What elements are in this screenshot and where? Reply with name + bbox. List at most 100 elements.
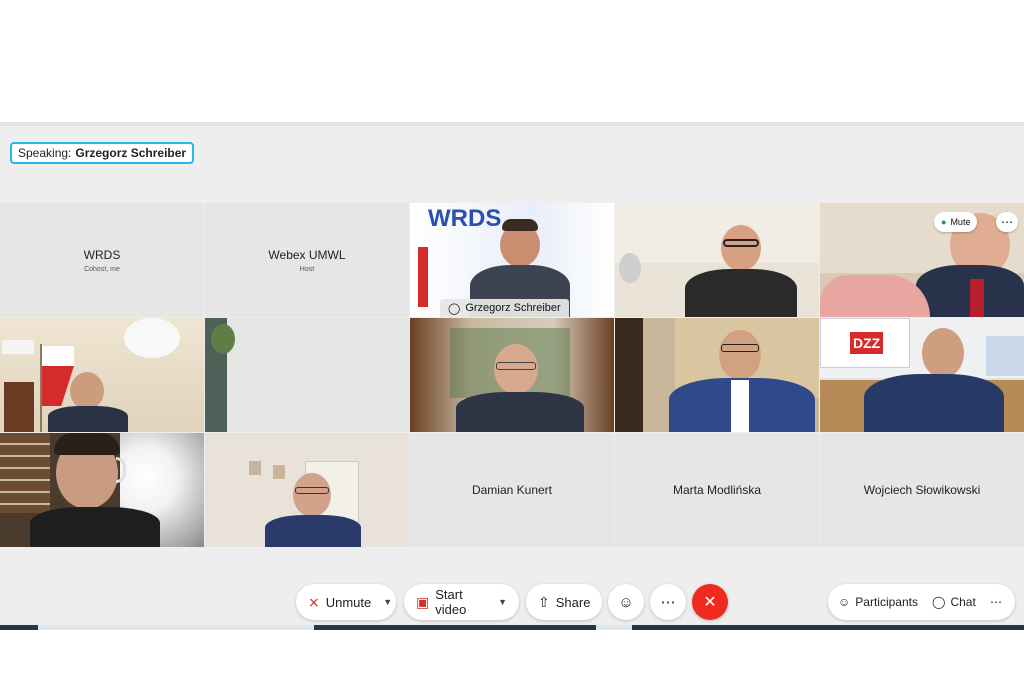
hand <box>820 275 930 317</box>
mic-icon: ● <box>941 217 947 227</box>
bottom-bar <box>0 625 1024 630</box>
dzz-sign: DZZ <box>850 332 884 354</box>
panel-more-button[interactable]: ⋯ <box>990 584 1002 620</box>
person-body <box>30 507 160 547</box>
audio-icon: ◯ <box>448 302 461 315</box>
end-call-button[interactable]: ✕ <box>692 584 728 620</box>
share-label: Share <box>555 594 591 610</box>
participant-name: Marta Modlińska <box>672 483 762 497</box>
chevron-down-icon[interactable]: ▼ <box>383 597 392 607</box>
share-button[interactable]: ⇧ Share <box>526 584 602 620</box>
more-icon: ⋯ <box>1001 215 1013 229</box>
wrds-logo: WRDS <box>428 205 502 232</box>
participants-label: Participants <box>855 595 918 609</box>
participants-button[interactable]: ☺ Participants <box>838 584 918 620</box>
hair <box>502 219 538 231</box>
more-options-button[interactable]: ⋯ <box>650 584 686 620</box>
video-tile[interactable] <box>615 318 819 432</box>
picture <box>249 461 261 475</box>
video-tile[interactable]: DZZ <box>820 318 1024 432</box>
person-head <box>922 328 964 378</box>
chat-label: Chat <box>950 595 976 609</box>
air-conditioner <box>2 340 34 354</box>
more-icon: ⋯ <box>660 594 676 611</box>
ceiling <box>615 203 819 263</box>
person-head <box>70 372 104 410</box>
participant-role: Host <box>299 265 315 273</box>
flag <box>418 247 428 307</box>
person-head <box>293 473 331 517</box>
mute-label: Mute <box>950 217 971 227</box>
flag-white <box>42 346 74 366</box>
hair <box>54 433 120 455</box>
video-tile[interactable] <box>0 433 204 547</box>
plant <box>211 324 235 354</box>
mic-off-icon: ⨯ <box>308 593 320 610</box>
start-video-button[interactable]: ▣ Start video ▼ <box>404 584 519 620</box>
bookshelf <box>0 433 50 513</box>
participant-name: Grzegorz Schreiber <box>465 302 561 314</box>
shirt <box>731 380 749 432</box>
bar-segment <box>38 625 314 630</box>
video-tile[interactable]: Damian Kunert <box>410 433 614 547</box>
top-strip <box>0 122 1024 126</box>
fan <box>619 253 641 283</box>
mute-button[interactable]: ● Mute <box>934 212 978 232</box>
person-body <box>864 374 1004 432</box>
emoji-icon: ☺ <box>618 593 634 611</box>
video-tile[interactable]: WRDS Cohost, me <box>0 203 204 317</box>
person-body <box>685 269 797 317</box>
chat-button[interactable]: ◯ Chat <box>932 584 976 620</box>
speaker-name-chip: ◯ Grzegorz Schreiber <box>440 299 569 317</box>
video-tile[interactable] <box>410 318 614 432</box>
more-icon: ⋯ <box>990 595 1002 609</box>
person-head <box>719 330 761 380</box>
webex-meeting-window: Speaking: Grzegorz Schreiber WRDS Cohost… <box>0 122 1024 630</box>
video-tile[interactable] <box>615 203 819 317</box>
chat-bubble-icon: ◯ <box>932 595 946 609</box>
eagle-emblem <box>124 318 180 358</box>
unmute-label: Unmute <box>325 594 372 610</box>
person-body <box>48 406 128 432</box>
video-tile-active-speaker[interactable]: WRDS ◯ Grzegorz Schreiber <box>410 203 614 317</box>
video-tile[interactable] <box>205 318 409 432</box>
glasses <box>295 487 329 494</box>
share-icon: ⇧ <box>538 593 550 610</box>
meeting-controls: ⨯ Unmute ▼ ▣ Start video ▼ ⇧ Share ☺ ⋯ ✕… <box>0 582 1024 622</box>
door-frame <box>615 318 643 432</box>
glasses <box>721 344 759 352</box>
video-tile[interactable] <box>205 433 409 547</box>
reactions-button[interactable]: ☺ <box>608 584 644 620</box>
person-body <box>265 515 361 547</box>
door <box>4 382 34 432</box>
chevron-down-icon[interactable]: ▼ <box>498 597 507 607</box>
participant-name: Webex UMWL <box>268 247 346 262</box>
bar-segment <box>596 625 632 630</box>
person-icon: ☺ <box>838 595 851 609</box>
close-icon: ✕ <box>703 594 717 611</box>
video-tile[interactable]: ● Mute ⋯ <box>820 203 1024 317</box>
participant-role: Cohost, me <box>84 265 120 273</box>
speaking-label: Speaking: <box>18 146 72 160</box>
unmute-button[interactable]: ⨯ Unmute ▼ <box>296 584 396 620</box>
participant-name: Wojciech Słowikowski <box>863 483 981 497</box>
start-video-label: Start video <box>435 587 467 617</box>
participant-name: Damian Kunert <box>471 483 553 497</box>
video-tile[interactable] <box>0 318 204 432</box>
tie <box>970 279 984 317</box>
video-tile[interactable]: Webex UMWL Host <box>205 203 409 317</box>
video-tile[interactable]: Marta Modlińska <box>615 433 819 547</box>
video-tile[interactable]: Wojciech Słowikowski <box>820 433 1024 547</box>
glasses <box>496 362 536 370</box>
map <box>986 336 1024 376</box>
participant-name: WRDS <box>83 247 121 262</box>
person-head <box>721 225 761 271</box>
picture <box>273 465 285 479</box>
speaking-name: Grzegorz Schreiber <box>75 146 187 160</box>
side-panel-controls: ☺ Participants ◯ Chat ⋯ <box>828 584 1015 620</box>
video-off-icon: ▣ <box>416 593 430 610</box>
glasses <box>723 239 759 247</box>
person-body <box>456 392 584 432</box>
video-grid: WRDS Cohost, me Webex UMWL Host WRDS ◯ G… <box>0 203 1024 548</box>
tile-more-options-button[interactable]: ⋯ <box>996 212 1018 232</box>
